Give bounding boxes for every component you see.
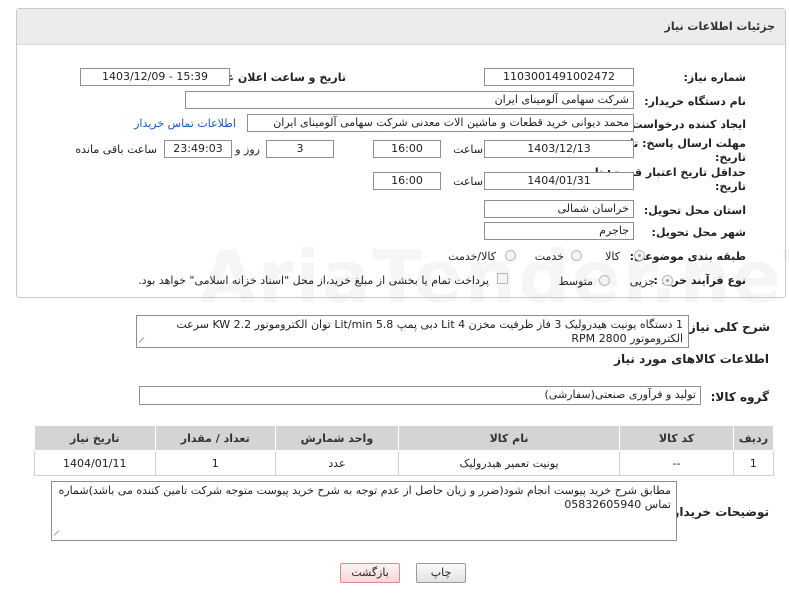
cell-need-date: 1404/01/11 [34, 450, 156, 476]
cell-code: -- [619, 450, 734, 476]
col-code: کد کالا [619, 425, 734, 451]
buyer-notes-text: مطابق شرح خرید پیوست انجام شود(ضرر و زیا… [58, 484, 671, 511]
buyer-contact-link[interactable]: اطلاعات تماس خریدار [134, 117, 236, 130]
category-both-radio[interactable] [505, 250, 516, 261]
category-service-radio[interactable] [571, 250, 582, 261]
buyer-notes-label: توضیحات خریدار: [667, 505, 769, 519]
validity-date-field: 1404/01/31 [484, 172, 634, 190]
description-label: شرح کلی نیاز: [684, 320, 770, 334]
city-field: جاجرم [484, 222, 634, 240]
panel-title: جزئیات اطلاعات نیاز [664, 20, 776, 33]
category-goods-label: کالا [605, 250, 620, 263]
category-label: طبقه بندی موضوعی: [629, 250, 746, 263]
city-label: شهر محل تحویل: [651, 226, 746, 239]
cell-quantity: 1 [154, 450, 277, 476]
print-button[interactable]: چاپ [416, 563, 466, 583]
buyer-notes-field: مطابق شرح خرید پیوست انجام شود(ضرر و زیا… [51, 481, 677, 541]
remaining-suffix: ساعت باقی مانده [75, 143, 157, 156]
requester-label: ایجاد کننده درخواست: [627, 118, 746, 131]
requester-field: محمد دیوانی خرید قطعات و ماشین الات معدن… [247, 114, 634, 132]
need-number-field: 1103001491002472 [484, 68, 634, 86]
announce-datetime-field: 1403/12/09 - 15:39 [80, 68, 230, 86]
province-field: خراسان شمالی [484, 200, 634, 218]
treasury-payment-checkbox[interactable] [497, 273, 508, 284]
deadline-time-word: ساعت [453, 143, 483, 156]
resize-handle-icon[interactable] [53, 530, 65, 541]
goods-section-title: اطلاعات کالاهای مورد نیاز [614, 352, 769, 366]
col-quantity: تعداد / مقدار [154, 425, 277, 451]
need-number-label: شماره نیاز: [683, 71, 746, 84]
time-remaining-field: 23:49:03 [164, 140, 232, 158]
cell-unit: عدد [275, 450, 399, 476]
col-row: ردیف [732, 425, 775, 451]
day-and-word: روز و [235, 143, 260, 156]
table-row: 1 -- یونیت تعمیر هیدرولیک عدد 1 1404/01/… [34, 450, 775, 476]
province-label: استان محل تحویل: [643, 204, 746, 217]
panel-header: جزئیات اطلاعات نیاز [17, 9, 785, 45]
buyer-org-field: شرکت سهامی آلومینای ایران [185, 91, 634, 109]
process-medium-label: متوسط [558, 275, 593, 288]
process-medium-radio[interactable] [599, 275, 610, 286]
resize-handle-icon[interactable] [138, 337, 150, 348]
deadline-time-field: 16:00 [373, 140, 441, 158]
category-both-label: کالا/خدمت [448, 250, 496, 263]
treasury-payment-note: پرداخت تمام یا بخشی از مبلغ خرید،از محل … [138, 274, 489, 287]
validity-date-label: تاریخ: [714, 180, 746, 193]
deadline-date-label: تاریخ: [714, 151, 746, 164]
col-name: نام کالا [397, 425, 621, 451]
back-button[interactable]: بازگشت [340, 563, 400, 583]
cell-row: 1 [732, 450, 775, 476]
col-need-date: تاریخ نیاز [34, 425, 156, 451]
description-field: 1 دستگاه یونیت هیدرولیک 3 فاز ظرفیت مخزن… [136, 315, 689, 348]
goods-table: ردیف کد کالا نام کالا واحد شمارش تعداد /… [34, 425, 775, 476]
validity-time-word: ساعت [453, 175, 483, 188]
validity-time-field: 16:00 [373, 172, 441, 190]
cell-name: یونیت تعمیر هیدرولیک [397, 450, 621, 476]
goods-group-label: گروه کالا: [710, 390, 769, 404]
col-unit: واحد شمارش [275, 425, 399, 451]
goods-group-field: تولید و فرآوری صنعتی(سفارشی) [139, 386, 701, 405]
deadline-date-field: 1403/12/13 [484, 140, 634, 158]
goods-table-header: ردیف کد کالا نام کالا واحد شمارش تعداد /… [34, 425, 775, 451]
days-remaining-field: 3 [266, 140, 334, 158]
description-text: 1 دستگاه یونیت هیدرولیک 3 فاز ظرفیت مخزن… [176, 318, 683, 345]
process-minor-label: جزیی [629, 275, 655, 288]
buyer-org-label: نام دستگاه خریدار: [644, 95, 746, 108]
deadline-label: مهلت ارسال پاسخ: تا [630, 137, 746, 150]
category-goods-radio[interactable] [634, 250, 645, 261]
category-service-label: خدمت [534, 250, 564, 263]
process-minor-radio[interactable] [662, 275, 673, 286]
